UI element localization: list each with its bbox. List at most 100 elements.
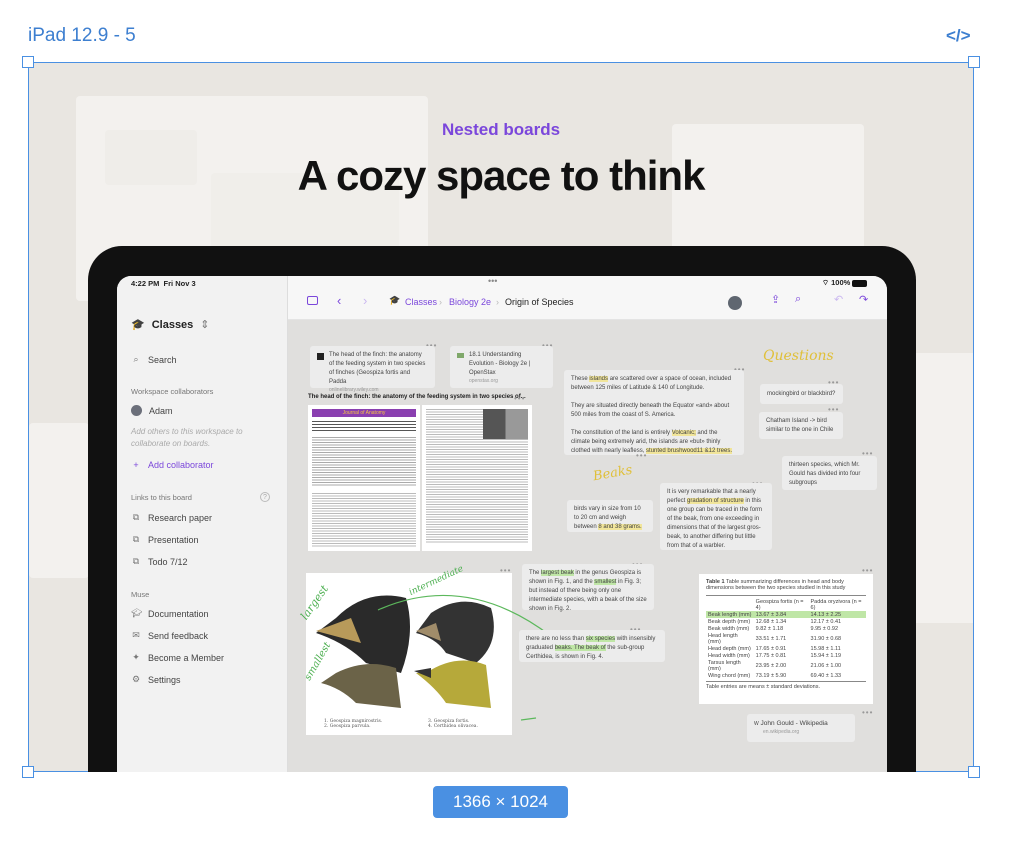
breadcrumb-current: Origin of Species xyxy=(505,297,574,307)
toolbar: ••• ⌔ 100% ‹ › 🎓 Classes › Biology 2e › … xyxy=(288,276,887,320)
table-cell: Beak width (mm) xyxy=(708,625,750,632)
note-paragraph: These islands are scattered over a space… xyxy=(571,376,732,391)
link-label: Research paper xyxy=(148,512,213,523)
note-gradation[interactable]: It is very remarkable that a nearly perf… xyxy=(660,483,772,550)
frame-label[interactable]: iPad 12.9 - 5 xyxy=(28,25,136,47)
link-title: John Gould - Wikipedia xyxy=(760,720,828,727)
sidebar-item-settings[interactable]: ⚙ Settings xyxy=(131,674,181,685)
breadcrumb-separator: › xyxy=(496,297,499,307)
help-icon[interactable]: ? xyxy=(260,492,270,502)
breadcrumb-classes[interactable]: Classes xyxy=(405,297,437,307)
gear-icon: ⚙ xyxy=(131,674,141,684)
link-presentation[interactable]: ⧉ Presentation xyxy=(131,534,199,545)
link-todo[interactable]: ⧉ Todo 7/12 xyxy=(131,556,188,567)
dimension-table: Geospiza fortis (n = 4) Padda oryzivora (… xyxy=(706,598,866,679)
collaborator-adam[interactable]: Adam xyxy=(131,405,173,416)
table-cell: 33.51 ± 1.71 xyxy=(755,635,787,642)
note-paragraph: The constitution of the land is entirely… xyxy=(571,430,732,454)
breadcrumb-biology[interactable]: Biology 2e xyxy=(449,297,491,307)
table-cell: Head width (mm) xyxy=(708,652,750,659)
link-card-wikipedia[interactable]: W John Gould - Wikipedia en.wikipedia.org xyxy=(747,714,855,742)
table-row: Head length (mm) 33.51 ± 1.71 31.90 ± 0.68 xyxy=(706,632,866,645)
battery-label: 100% xyxy=(831,278,851,287)
more-icon[interactable]: ••• xyxy=(862,708,873,717)
battery-icon xyxy=(852,279,868,287)
workspace-switcher[interactable]: 🎓 Classes ⇕ xyxy=(131,318,210,332)
collab-hint: Add others to this workspace to collabor… xyxy=(131,427,243,448)
undo-icon[interactable]: ↶ xyxy=(834,293,843,306)
search-icon: ⌕ xyxy=(133,354,139,364)
hero-headline: A cozy space to think xyxy=(297,152,706,199)
table-cell: 15.98 ± 1.11 xyxy=(810,645,841,652)
table-cell: Beak length (mm) xyxy=(706,611,754,618)
resize-handle[interactable] xyxy=(968,766,980,778)
table-row: Beak length (mm) 13.67 ± 3.84 14.13 ± 2.25 xyxy=(706,611,866,618)
links-heading: Links to this board xyxy=(131,493,192,502)
table-cell: 21.06 ± 1.00 xyxy=(810,662,842,669)
code-icon[interactable]: </> xyxy=(946,26,971,46)
note-islands[interactable]: These islands are scattered over a space… xyxy=(564,370,744,455)
redo-icon[interactable]: ↷ xyxy=(859,293,868,306)
zoom-icon[interactable]: ⌕ xyxy=(795,293,801,306)
sparkle-icon: ✦ xyxy=(132,652,140,662)
table-caption: Table 1 Table summarizing differences in… xyxy=(706,579,846,591)
item-label: Send feedback xyxy=(148,630,209,641)
more-icon[interactable]: ••• xyxy=(636,451,647,460)
resize-handle[interactable] xyxy=(22,766,34,778)
resize-handle[interactable] xyxy=(968,56,980,68)
breadcrumb-separator: › xyxy=(439,297,442,307)
link-label: Todo 7/12 xyxy=(148,556,188,567)
ink-heading-questions: Questions xyxy=(763,348,834,364)
share-icon[interactable]: ⇪ xyxy=(771,293,780,306)
date: Fri Nov 3 xyxy=(163,279,196,288)
note-question-3[interactable]: thirteen species, which Mr. Gould has di… xyxy=(782,456,877,490)
link-domain: en.wikipedia.org xyxy=(763,728,800,735)
note-question-1[interactable]: mockingbird or blackbird? xyxy=(760,384,843,404)
table-row: Wing chord (mm) 73.19 ± 5.90 69.40 ± 1.33 xyxy=(706,672,866,679)
table-cell: 15.94 ± 1.19 xyxy=(810,652,842,659)
link-label: Presentation xyxy=(148,534,199,545)
chevron-updown-icon: ⇕ xyxy=(200,319,210,331)
table-cell: Tarsus length (mm) xyxy=(708,659,741,672)
dimensions-badge: 1366 × 1024 xyxy=(433,786,568,818)
search-label: Search xyxy=(148,354,177,365)
graduation-cap-icon: 🎓 xyxy=(131,319,145,331)
resize-handle[interactable] xyxy=(22,56,34,68)
note-six-species[interactable]: there are no less than six species with … xyxy=(519,630,665,662)
table-cell: 31.90 ± 0.68 xyxy=(810,635,842,642)
note-largest-beak[interactable]: The largest beak in the genus Geospiza i… xyxy=(522,564,654,612)
multitask-dots-icon[interactable]: ••• xyxy=(488,276,497,286)
board-link-icon: ⧉ xyxy=(132,556,140,566)
forward-button[interactable]: › xyxy=(363,293,367,308)
table-cell: 14.13 ± 2.25 xyxy=(808,611,866,618)
table-row: Head width (mm) 17.75 ± 0.81 15.94 ± 1.19 xyxy=(706,652,866,659)
data-table-card[interactable]: Table 1 Table summarizing differences in… xyxy=(699,574,873,704)
sidebar-search[interactable]: ⌕ Search xyxy=(131,354,177,365)
back-button[interactable]: ‹ xyxy=(337,293,341,308)
table-row: Beak width (mm) 9.82 ± 1.18 9.95 ± 0.92 xyxy=(706,625,866,632)
sidebar-item-documentation[interactable]: 🎓︎ Documentation xyxy=(131,608,209,619)
table-cell: 12.68 ± 1.34 xyxy=(755,618,787,625)
note-question-2[interactable]: Chatham Island -> bird similar to the on… xyxy=(759,412,843,439)
table-cell: 73.19 ± 5.90 xyxy=(755,672,787,679)
sidebar-item-send-feedback[interactable]: ✉ Send feedback xyxy=(131,630,208,641)
note-beak-size[interactable]: birds vary in size from 10 to 20 cm and … xyxy=(567,500,653,532)
table-cell: 12.17 ± 0.41 xyxy=(810,618,842,625)
avatar xyxy=(131,405,142,416)
sidebar-toggle-icon[interactable] xyxy=(307,296,318,305)
table-row: Head depth (mm) 17.65 ± 0.91 15.98 ± 1.11 xyxy=(706,645,866,652)
table-cell: Head depth (mm) xyxy=(708,645,751,652)
time: 4:22 PM xyxy=(131,279,160,288)
user-avatar[interactable] xyxy=(728,296,742,310)
table-footer: Table entries are means ± standard devia… xyxy=(706,684,820,690)
ipad-screen: 4:22 PM Fri Nov 3 🎓 Classes ⇕ ⌕ Search Work… xyxy=(117,276,887,772)
note-paragraph: They are situated directly beneath the E… xyxy=(571,403,730,418)
add-collaborator-button[interactable]: + Add collaborator xyxy=(131,460,213,470)
decor-card xyxy=(29,423,89,578)
decor-card xyxy=(909,353,973,623)
sidebar-item-become-member[interactable]: ✦ Become a Member xyxy=(131,652,224,663)
collaborator-name: Adam xyxy=(149,405,173,416)
plus-icon: + xyxy=(133,460,139,470)
table-cell: 69.40 ± 1.33 xyxy=(810,672,842,679)
link-research-paper[interactable]: ⧉ Research paper xyxy=(131,512,212,523)
